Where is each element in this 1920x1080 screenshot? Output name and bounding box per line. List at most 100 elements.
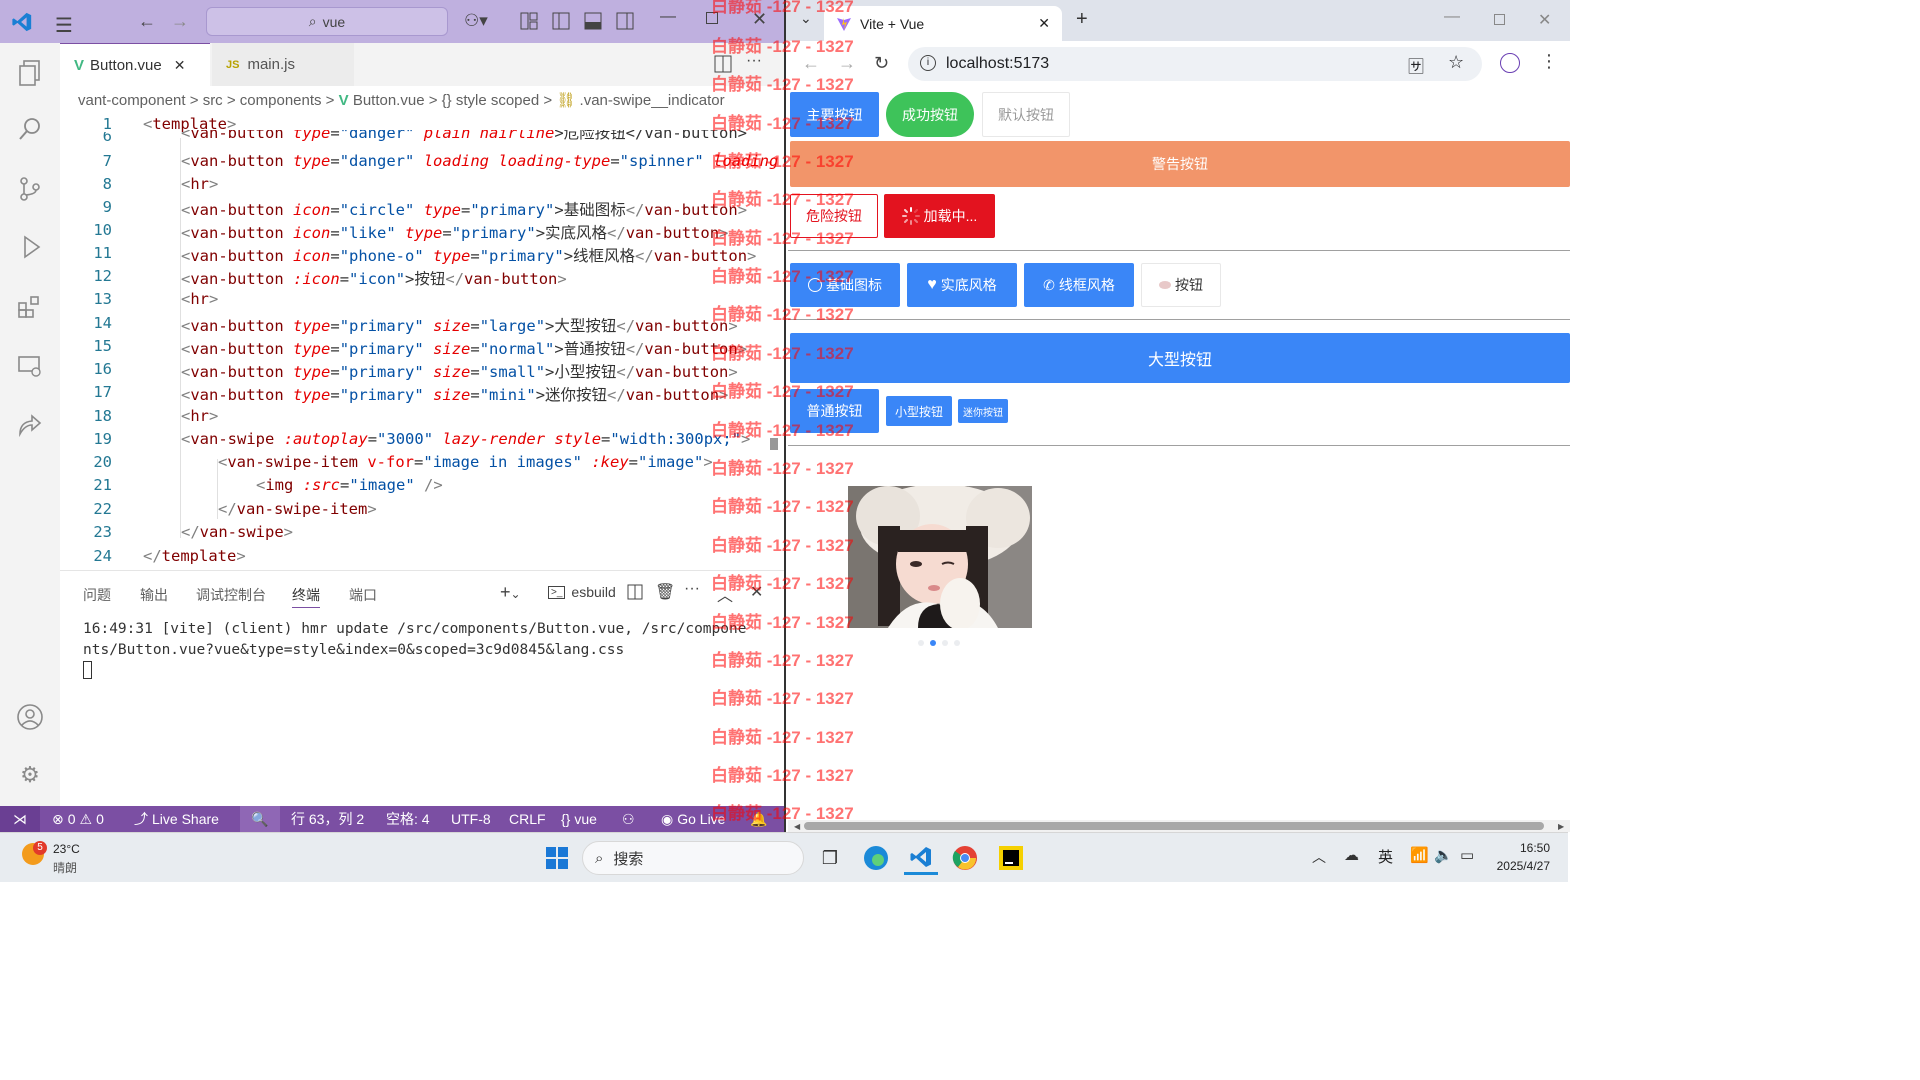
new-terminal-icon[interactable]: +⌄	[500, 582, 521, 603]
maximize-panel-icon[interactable]: ︿	[717, 582, 733, 606]
swipe-indicator-dot[interactable]	[954, 640, 960, 646]
command-center-search[interactable]: ⌕ vue	[206, 7, 448, 36]
more-icon[interactable]: ···	[684, 580, 700, 598]
battery-icon[interactable]: ▭	[1460, 846, 1474, 864]
more-actions-icon[interactable]: ···	[746, 52, 762, 70]
maximize-icon[interactable]	[1494, 14, 1505, 25]
panel-tab-problems[interactable]: 问题	[83, 585, 111, 605]
clock-date[interactable]: 2025/4/27	[1488, 859, 1550, 873]
live-share-status[interactable]: ⤴ Live Share	[134, 806, 219, 832]
jetbrains-icon[interactable]	[994, 841, 1028, 875]
close-icon[interactable]: ✕	[752, 9, 767, 30]
go-live[interactable]: ◉ Go Live	[661, 806, 725, 832]
swipe-image[interactable]	[848, 486, 1032, 628]
panel-tab-terminal[interactable]: 终端	[292, 585, 320, 608]
star-icon[interactable]: ☆	[1448, 52, 1464, 73]
breadcrumb-item[interactable]: Button.vue	[353, 92, 425, 109]
warning-button[interactable]: 警告按钮	[790, 141, 1570, 187]
remote-indicator-icon[interactable]: ⋊	[0, 806, 40, 832]
default-button[interactable]: 默认按钮	[982, 92, 1070, 137]
forward-icon[interactable]: →	[838, 53, 856, 74]
extensions-icon[interactable]	[14, 291, 46, 323]
browser-tab[interactable]: Vite + Vue ✕	[824, 6, 1062, 41]
panel-tab-debug-console[interactable]: 调试控制台	[196, 585, 266, 605]
large-button[interactable]: 大型按钮	[790, 333, 1570, 383]
toggle-panel-icon[interactable]	[584, 12, 602, 30]
trash-icon[interactable]: 🗑	[655, 582, 675, 602]
indentation[interactable]: 空格: 4	[386, 806, 430, 832]
icon-basic-button[interactable]: 基础图标	[790, 263, 900, 307]
close-icon[interactable]: ✕	[1538, 10, 1551, 30]
bell-icon[interactable]: 🔔	[750, 806, 767, 832]
cloud-offline-icon[interactable]: ☁	[1344, 846, 1359, 864]
scrollbar-thumb[interactable]	[804, 822, 1544, 830]
scroll-right-icon[interactable]: ▶	[1558, 822, 1564, 831]
source-control-icon[interactable]	[14, 173, 46, 205]
tab-search-icon[interactable]: ⌄	[800, 10, 812, 27]
breadcrumb-item[interactable]: vant-component	[78, 92, 186, 109]
breadcrumb-item[interactable]: src	[203, 92, 223, 109]
tab-main-js[interactable]: JS main.js	[212, 43, 354, 86]
minimize-icon[interactable]: —	[1444, 8, 1460, 26]
close-panel-icon[interactable]: ✕	[750, 582, 763, 602]
scrollbar-thumb[interactable]	[770, 438, 778, 450]
loading-button[interactable]: 加载中...	[884, 194, 995, 238]
success-button[interactable]: 成功按钮	[886, 92, 974, 137]
mini-button[interactable]: 迷你按钮	[958, 399, 1008, 423]
layout-customize-icon[interactable]	[520, 12, 538, 30]
close-tab-icon[interactable]: ✕	[1038, 15, 1050, 32]
panel-tab-output[interactable]: 输出	[140, 585, 168, 605]
clock-time[interactable]: 16:50	[1512, 841, 1550, 855]
icon-solid-button[interactable]: ♥ 实底风格	[907, 263, 1017, 307]
panel-tab-ports[interactable]: 端口	[349, 585, 377, 605]
small-button[interactable]: 小型按钮	[886, 396, 952, 426]
copilot-icon[interactable]: ⚇▾	[464, 11, 488, 31]
swipe-indicator-dot[interactable]	[930, 640, 936, 646]
back-icon[interactable]: ←	[802, 53, 820, 74]
weather-desc[interactable]: 晴朗	[53, 859, 77, 876]
copilot-status-icon[interactable]: ⚇	[622, 806, 635, 832]
wifi-icon[interactable]: 📶	[1410, 846, 1429, 864]
live-share-icon[interactable]	[14, 409, 46, 441]
menu-dots-icon[interactable]: ⋮	[1540, 51, 1558, 72]
end-of-line[interactable]: CRLF	[509, 806, 546, 832]
settings-gear-icon[interactable]: ⚙	[14, 759, 46, 791]
breadcrumb-item[interactable]: components	[240, 92, 322, 109]
address-bar[interactable]: i localhost:5173 🈂 ☆	[908, 47, 1482, 81]
taskbar-search[interactable]: ⌕ 搜索	[582, 841, 804, 875]
windows-start-icon[interactable]	[540, 841, 574, 875]
ime-indicator[interactable]: 英	[1378, 846, 1393, 867]
zoom-icon[interactable]: 🔍	[240, 806, 280, 832]
reload-icon[interactable]: ↻	[874, 53, 889, 74]
swipe-indicator-dot[interactable]	[942, 640, 948, 646]
site-info-icon[interactable]: i	[920, 55, 936, 71]
close-tab-icon[interactable]: ✕	[174, 57, 186, 74]
code-editor[interactable]: 1 <template> 6 <van-button type="danger"…	[60, 114, 784, 570]
chrome-icon[interactable]	[948, 841, 982, 875]
split-terminal-icon[interactable]	[627, 584, 643, 600]
cursor-position[interactable]: 行 63，列 2	[291, 806, 364, 832]
problems-status[interactable]: ⊗ 0 ⚠ 0	[52, 806, 104, 832]
tab-button-vue[interactable]: V Button.vue ✕	[60, 43, 210, 86]
encoding[interactable]: UTF-8	[451, 806, 491, 832]
toggle-secondary-sidebar-icon[interactable]	[616, 12, 634, 30]
forward-icon[interactable]: →	[171, 11, 189, 32]
explorer-icon[interactable]	[14, 57, 46, 89]
horizontal-scrollbar[interactable]: ◀ ▶	[788, 820, 1570, 832]
primary-button[interactable]: 主要按钮	[790, 92, 879, 137]
maximize-icon[interactable]	[706, 12, 718, 24]
breadcrumb-item[interactable]: .van-swipe__indicator	[580, 92, 725, 109]
volume-icon[interactable]: 🔈	[1434, 846, 1453, 864]
vscode-taskbar-icon[interactable]	[904, 841, 938, 875]
edge-browser-icon[interactable]	[859, 841, 893, 875]
toggle-sidebar-icon[interactable]	[552, 12, 570, 30]
search-icon[interactable]	[14, 113, 46, 145]
tray-overflow-icon[interactable]: ︿	[1312, 847, 1326, 867]
normal-button[interactable]: 普通按钮	[790, 389, 879, 433]
remote-explorer-icon[interactable]	[14, 351, 46, 383]
task-view-icon[interactable]: ❐	[813, 841, 847, 875]
scroll-left-icon[interactable]: ◀	[794, 822, 800, 831]
terminal-output[interactable]: 16:49:31 [vite] (client) hmr update /src…	[83, 619, 746, 661]
translate-icon[interactable]: 🈂	[1408, 53, 1424, 77]
language-mode[interactable]: {} vue	[561, 806, 597, 832]
